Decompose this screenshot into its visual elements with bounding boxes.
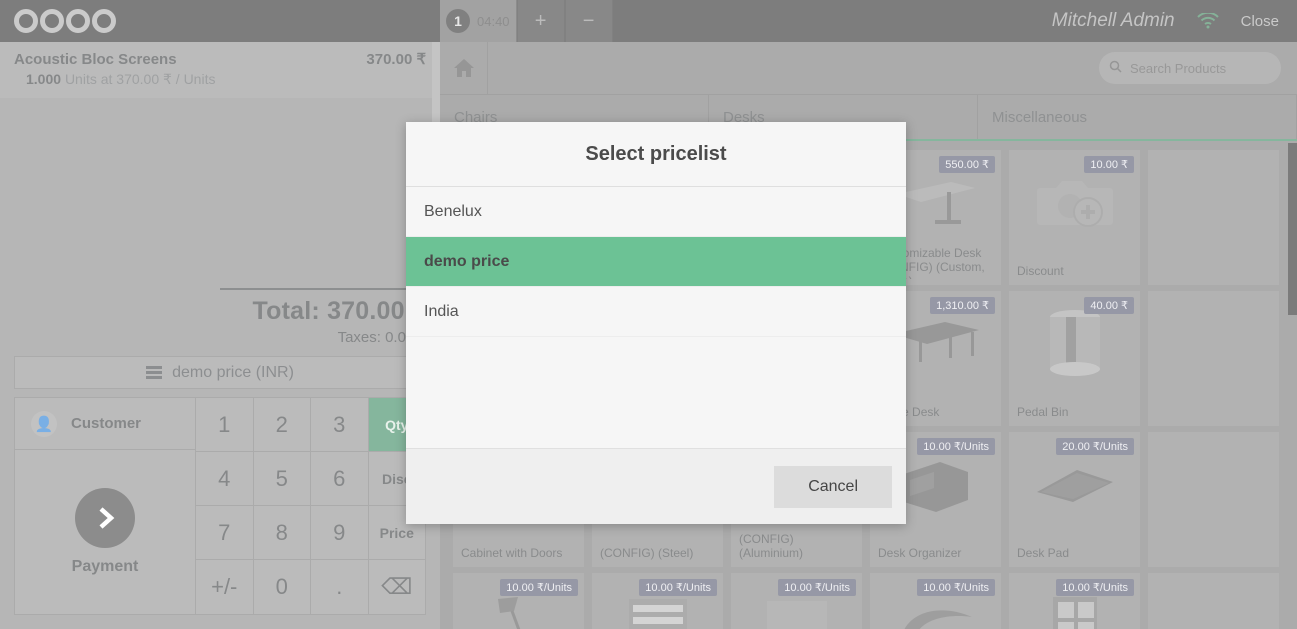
pos-app: 1 04:40 + − Mitchell Admin Close Acousti… bbox=[0, 0, 1297, 629]
cancel-button[interactable]: Cancel bbox=[774, 465, 892, 508]
dialog-body: Benelux demo price India bbox=[406, 187, 906, 448]
pricelist-option-demo-price[interactable]: demo price bbox=[406, 237, 906, 287]
pricelist-option-india[interactable]: India bbox=[406, 287, 906, 337]
dialog-footer: Cancel bbox=[406, 448, 906, 524]
select-pricelist-dialog: Select pricelist Benelux demo price Indi… bbox=[406, 122, 906, 524]
pricelist-option-benelux[interactable]: Benelux bbox=[406, 187, 906, 237]
dialog-header: Select pricelist bbox=[406, 122, 906, 187]
dialog-title: Select pricelist bbox=[585, 142, 727, 165]
